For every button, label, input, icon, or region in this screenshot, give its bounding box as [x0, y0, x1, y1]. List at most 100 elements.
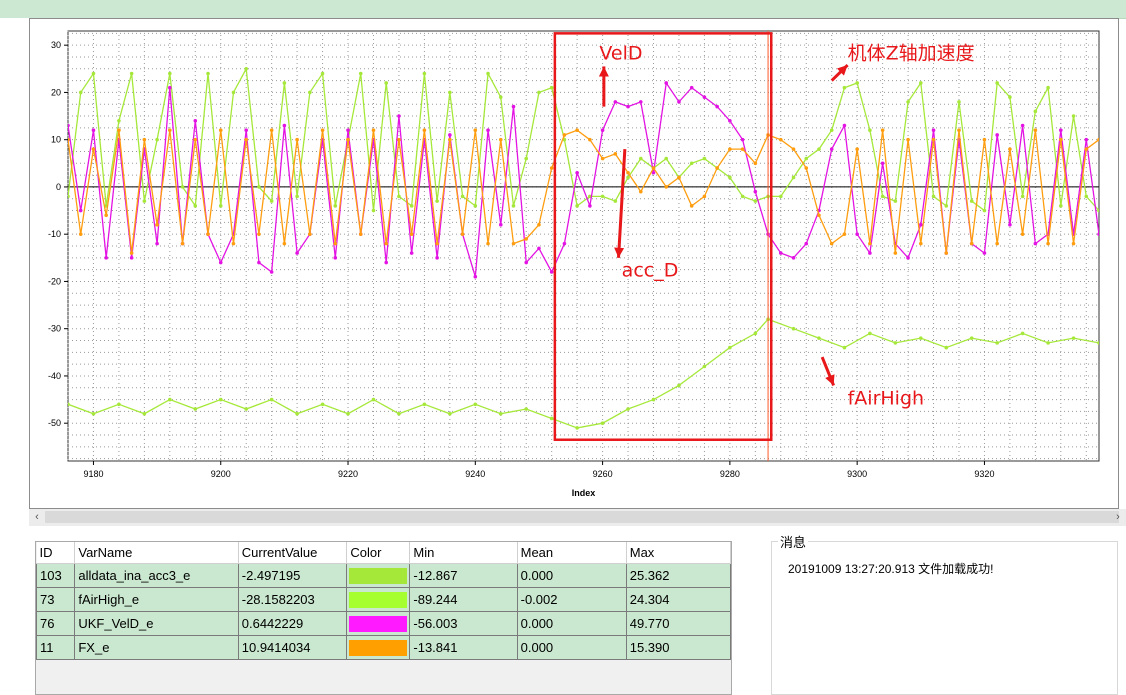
x-axis-label: Index	[572, 488, 596, 498]
data-point	[575, 426, 579, 430]
data-point	[1084, 194, 1089, 199]
data-point	[308, 90, 312, 95]
data-point	[537, 246, 541, 251]
cell-color[interactable]	[346, 587, 411, 612]
data-point	[524, 407, 529, 411]
x-tick-label: 9240	[465, 469, 485, 479]
data-point	[1008, 95, 1012, 99]
col-header-mean[interactable]: Mean	[517, 542, 627, 564]
data-point	[129, 256, 134, 260]
data-point	[295, 251, 299, 255]
data-point	[422, 128, 427, 133]
data-point	[1020, 232, 1025, 236]
table-row[interactable]: 11 FX_e 10.9414034 -13.841 0.000 15.390	[35, 635, 732, 660]
data-point	[193, 204, 198, 208]
data-point	[473, 204, 478, 208]
cell-color[interactable]	[346, 635, 411, 660]
data-point	[969, 241, 974, 246]
cell-mean: 0.000	[516, 563, 627, 588]
data-point	[1059, 137, 1063, 142]
data-point	[753, 189, 758, 194]
data-point	[435, 199, 439, 203]
data-point	[880, 128, 885, 133]
data-point	[562, 241, 567, 246]
data-point	[689, 85, 694, 90]
y-tick-label: 10	[51, 135, 61, 145]
horizontal-scrollbar[interactable]: ‹ ›	[29, 509, 1126, 526]
data-point	[969, 336, 974, 340]
data-point	[549, 416, 554, 421]
color-swatch[interactable]	[349, 567, 408, 584]
cell-varname: FX_e	[74, 635, 239, 660]
message-line: 20191009 13:27:20.913 文件加载成功!	[788, 562, 994, 576]
data-point	[880, 194, 885, 199]
data-point	[91, 71, 96, 76]
data-point	[1033, 241, 1038, 246]
data-point	[397, 137, 401, 142]
chart-panel[interactable]: 30 20 10 0 -10 -20 -30 -40 -50 9180 9200 9220 9240 92…	[29, 18, 1119, 509]
data-point	[91, 128, 96, 133]
data-point	[829, 128, 834, 133]
data-point	[117, 118, 121, 123]
left-margin	[0, 18, 29, 526]
data-point	[231, 90, 236, 95]
data-point	[817, 147, 821, 151]
scroll-thumb[interactable]	[45, 511, 1119, 523]
data-point	[244, 137, 248, 142]
data-point	[919, 336, 923, 340]
scroll-right-arrow-icon[interactable]: ›	[1110, 509, 1126, 526]
col-header-min[interactable]: Min	[409, 542, 518, 564]
data-point	[371, 208, 376, 213]
data-point	[1046, 85, 1050, 90]
data-point	[498, 222, 503, 227]
data-point	[142, 199, 147, 203]
cell-id: 11	[35, 635, 76, 660]
table-row[interactable]: 76 UKF_VelD_e 0.6442229 -56.003 0.000 49…	[35, 611, 732, 636]
data-point	[728, 147, 732, 151]
data-point	[498, 137, 503, 142]
data-point	[957, 128, 961, 133]
color-swatch[interactable]	[349, 639, 408, 656]
color-swatch[interactable]	[349, 591, 408, 608]
line-chart[interactable]: 30 20 10 0 -10 -20 -30 -40 -50 9180 9200 9220 9240 92…	[30, 19, 1118, 508]
data-point	[1071, 241, 1076, 246]
col-header-id[interactable]: ID	[36, 542, 76, 564]
data-point	[371, 397, 376, 402]
table-row[interactable]: 73 fAirHigh_e -28.1582203 -89.244 -0.002…	[35, 587, 732, 612]
data-point	[371, 128, 376, 133]
cell-varname: fAirHigh_e	[74, 587, 239, 612]
data-point	[1046, 241, 1050, 246]
col-header-currentvalue[interactable]: CurrentValue	[238, 542, 348, 564]
col-header-varname[interactable]: VarName	[74, 542, 239, 564]
data-point	[1097, 208, 1099, 213]
cell-color[interactable]	[346, 563, 411, 588]
data-point	[129, 251, 134, 255]
data-point	[626, 170, 630, 175]
data-point	[218, 204, 223, 208]
data-point	[448, 137, 452, 142]
data-point	[613, 199, 618, 203]
color-swatch[interactable]	[349, 615, 408, 632]
cell-color[interactable]	[346, 611, 411, 636]
data-point	[384, 241, 389, 246]
scroll-left-arrow-icon[interactable]: ‹	[29, 509, 45, 526]
col-header-max[interactable]: Max	[626, 542, 732, 564]
data-point	[1020, 331, 1025, 336]
data-point	[358, 232, 363, 236]
data-point	[155, 241, 159, 246]
data-point	[549, 85, 554, 90]
data-point	[893, 251, 898, 255]
data-point	[269, 199, 274, 203]
table-row[interactable]: 103 alldata_ina_acc3_e -2.497195 -12.867…	[35, 563, 732, 588]
data-point	[397, 194, 401, 199]
cell-varname: UKF_VelD_e	[74, 611, 239, 636]
data-point	[868, 241, 872, 246]
cell-id: 76	[35, 611, 76, 636]
col-header-color[interactable]: Color	[346, 542, 411, 564]
cell-varname: alldata_ina_acc3_e	[74, 563, 239, 588]
cell-max: 24.304	[625, 587, 732, 612]
data-point	[511, 104, 516, 109]
data-point	[68, 194, 70, 199]
data-point	[180, 241, 185, 246]
data-point	[919, 241, 923, 246]
